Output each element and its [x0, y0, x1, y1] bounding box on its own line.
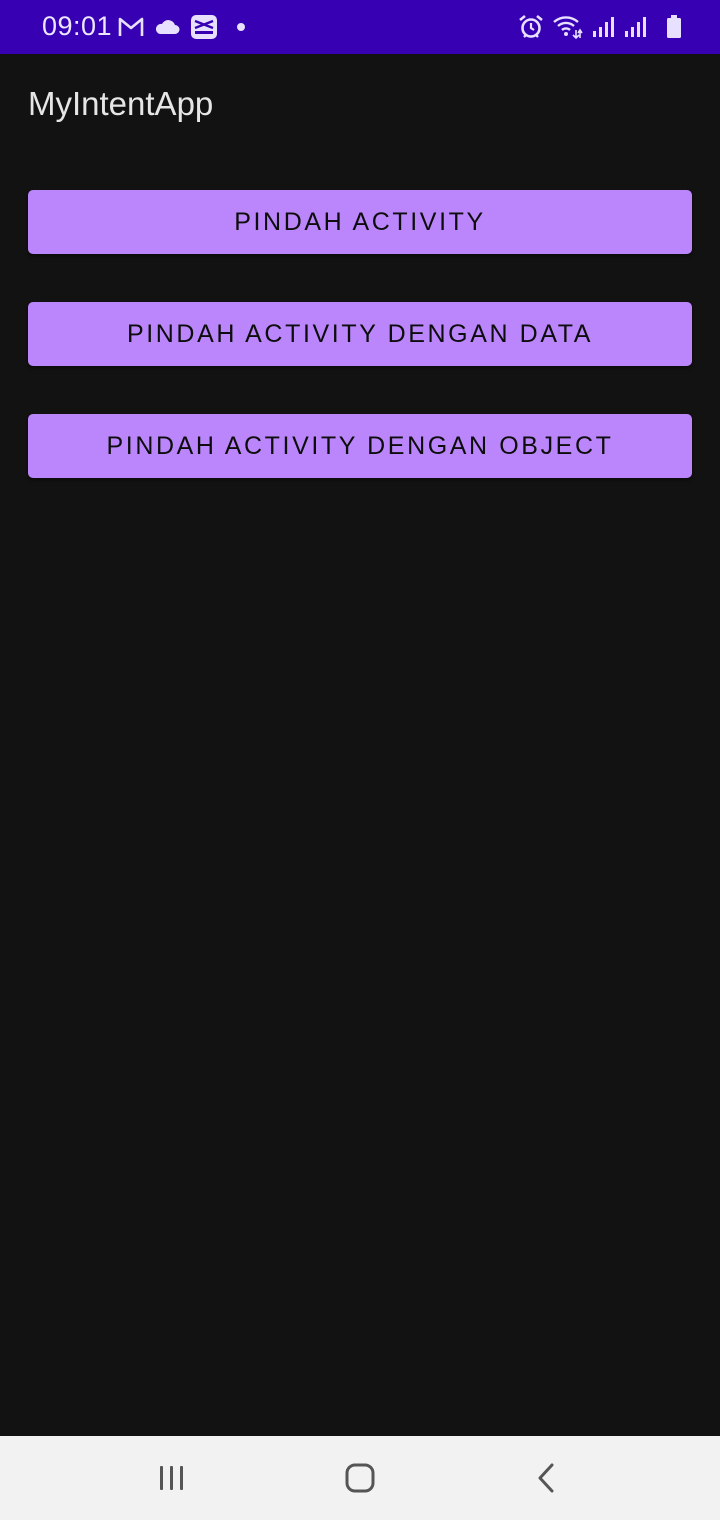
- back-button[interactable]: [507, 1452, 587, 1504]
- status-time: 09:01: [42, 11, 113, 41]
- app-bar: MyIntentApp: [0, 54, 720, 154]
- recents-icon: [157, 1464, 187, 1492]
- wifi-icon: [552, 14, 584, 40]
- status-right-icons: [518, 12, 682, 42]
- pindah-activity-button[interactable]: PINDAH ACTIVITY: [28, 190, 692, 254]
- recents-button[interactable]: [132, 1452, 212, 1504]
- dot-icon: [236, 22, 246, 32]
- pindah-activity-dengan-object-button[interactable]: PINDAH ACTIVITY DENGAN OBJECT: [28, 414, 692, 478]
- alarm-icon: [518, 14, 544, 40]
- signal-icon: [592, 16, 616, 38]
- cloud-icon: [154, 18, 180, 36]
- battery-icon: [666, 15, 682, 39]
- status-left-icons: [118, 12, 246, 42]
- app-title: MyIntentApp: [28, 85, 214, 122]
- status-bar: 09:01: [0, 0, 720, 54]
- gmail-icon: [118, 16, 144, 38]
- home-button[interactable]: [320, 1452, 400, 1504]
- pindah-activity-dengan-data-button[interactable]: PINDAH ACTIVITY DENGAN DATA: [28, 302, 692, 366]
- navigation-bar: [0, 1436, 720, 1520]
- signal-icon: [624, 16, 648, 38]
- capcut-icon: [190, 14, 218, 40]
- home-icon: [344, 1462, 376, 1494]
- back-icon: [535, 1463, 559, 1493]
